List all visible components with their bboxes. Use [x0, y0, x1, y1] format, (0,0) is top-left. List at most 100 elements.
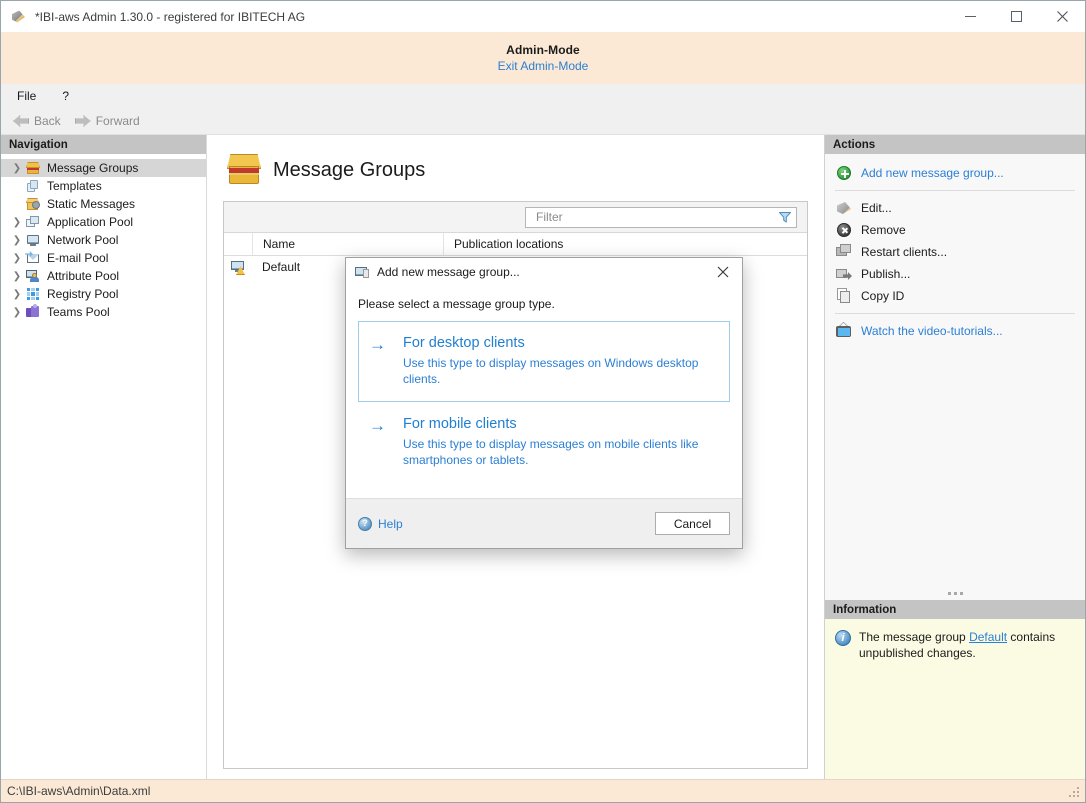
choice-title: For desktop clients	[403, 334, 719, 353]
chevron-right-icon[interactable]: ❯	[9, 163, 25, 174]
admin-mode-banner: Admin-Mode Exit Admin-Mode	[1, 32, 1085, 84]
sidebar-item-attribute-pool[interactable]: ❯ Attribute Pool	[1, 267, 206, 285]
sidebar-item-network-pool[interactable]: ❯ Network Pool	[1, 231, 206, 249]
information-text-before: The message group	[859, 630, 969, 644]
resize-grip[interactable]	[1069, 787, 1081, 799]
dialog-footer: ? Help Cancel	[346, 498, 742, 548]
information-header: Information	[825, 600, 1085, 619]
chevron-right-icon[interactable]: ❯	[9, 253, 25, 264]
admin-mode-title: Admin-Mode	[506, 43, 580, 57]
teams-pool-icon	[25, 304, 41, 320]
status-bar-path: C:\IBI-aws\Admin\Data.xml	[7, 784, 150, 798]
minimize-button[interactable]	[947, 1, 993, 32]
sidebar-item-label: Templates	[47, 179, 102, 193]
arrow-right-icon	[75, 115, 91, 127]
page-header: Message Groups	[227, 153, 808, 187]
watch-video-tutorials-action[interactable]: Watch the video-tutorials...	[825, 320, 1085, 342]
network-pool-icon	[25, 232, 41, 248]
sidebar-item-templates[interactable]: ❯ Templates	[1, 177, 206, 195]
navigation-pane: Navigation ❯ Message Groups ❯ Templates	[1, 135, 207, 779]
choice-description: Use this type to display messages on mob…	[403, 436, 719, 468]
right-panel: Actions Add new message group... Edit...…	[824, 135, 1085, 779]
page-title: Message Groups	[273, 159, 425, 182]
cancel-button[interactable]: Cancel	[655, 512, 730, 535]
back-button[interactable]: Back	[9, 112, 65, 130]
back-button-label: Back	[34, 114, 61, 128]
dialog-title: Add new message group...	[377, 265, 520, 279]
status-bar: C:\IBI-aws\Admin\Data.xml	[1, 779, 1085, 802]
application-pool-icon	[25, 214, 41, 230]
sidebar-item-teams-pool[interactable]: ❯ Teams Pool	[1, 303, 206, 321]
window-title: *IBI-aws Admin 1.30.0 - registered for I…	[35, 10, 305, 24]
panel-splitter[interactable]	[825, 586, 1085, 600]
row-icon-cell	[224, 259, 252, 275]
edit-action[interactable]: Edit...	[825, 197, 1085, 219]
navigation-header: Navigation	[1, 135, 206, 154]
copy-id-action[interactable]: Copy ID	[825, 285, 1085, 307]
add-new-message-group-action[interactable]: Add new message group...	[825, 162, 1085, 184]
restart-icon	[835, 243, 853, 261]
help-link[interactable]: ? Help	[358, 517, 403, 531]
menu-bar: File ?	[1, 84, 1085, 108]
action-label: Watch the video-tutorials...	[861, 324, 1003, 338]
restart-clients-action[interactable]: Restart clients...	[825, 241, 1085, 263]
message-group-icon	[25, 160, 41, 176]
help-icon: ?	[358, 517, 372, 531]
sidebar-item-email-pool[interactable]: ❯ E-mail Pool	[1, 249, 206, 267]
forward-button[interactable]: Forward	[71, 112, 144, 130]
choice-title: For mobile clients	[403, 415, 719, 434]
message-group-icon	[227, 153, 261, 187]
actions-separator	[835, 313, 1075, 314]
sidebar-item-label: Attribute Pool	[47, 269, 119, 283]
information-panel: i The message group Default contains unp…	[825, 619, 1085, 779]
sidebar-item-label: E-mail Pool	[47, 251, 108, 265]
navigation-tree: ❯ Message Groups ❯ Templates ❯	[1, 154, 206, 779]
arrow-right-icon: →	[369, 415, 391, 468]
sidebar-item-application-pool[interactable]: ❯ Application Pool	[1, 213, 206, 231]
action-label: Copy ID	[861, 289, 904, 303]
chevron-right-icon[interactable]: ❯	[9, 307, 25, 318]
actions-header: Actions	[825, 135, 1085, 154]
funnel-icon[interactable]	[778, 210, 792, 224]
choice-desktop-clients[interactable]: → For desktop clients Use this type to d…	[358, 321, 730, 402]
title-bar: *IBI-aws Admin 1.30.0 - registered for I…	[1, 1, 1085, 32]
dialog-close-icon[interactable]	[704, 258, 742, 285]
grid-column-publication-locations[interactable]: Publication locations	[444, 233, 807, 255]
email-pool-icon	[25, 250, 41, 266]
chevron-right-icon[interactable]: ❯	[9, 235, 25, 246]
action-label: Publish...	[861, 267, 910, 281]
sidebar-item-label: Registry Pool	[47, 287, 118, 301]
sidebar-item-message-groups[interactable]: ❯ Message Groups	[1, 159, 206, 177]
grid-icon-column-header	[224, 233, 253, 255]
sidebar-item-label: Network Pool	[47, 233, 118, 247]
add-new-message-group-dialog: Add new message group... Please select a…	[345, 257, 743, 549]
exit-admin-mode-link[interactable]: Exit Admin-Mode	[498, 59, 589, 73]
choice-description: Use this type to display messages on Win…	[403, 355, 719, 387]
maximize-button[interactable]	[993, 1, 1039, 32]
chevron-right-icon[interactable]: ❯	[9, 271, 25, 282]
search-input[interactable]	[534, 209, 778, 225]
client-window-icon	[354, 264, 370, 280]
actions-list: Add new message group... Edit... Remove …	[825, 154, 1085, 586]
grid-column-name[interactable]: Name	[253, 233, 444, 255]
filter-box[interactable]	[525, 207, 797, 228]
chevron-right-icon[interactable]: ❯	[9, 217, 25, 228]
chevron-right-icon[interactable]: ❯	[9, 289, 25, 300]
sidebar-item-registry-pool[interactable]: ❯ Registry Pool	[1, 285, 206, 303]
remove-action[interactable]: Remove	[825, 219, 1085, 241]
static-messages-icon	[25, 196, 41, 212]
publish-action[interactable]: Publish...	[825, 263, 1085, 285]
arrow-left-icon	[13, 115, 29, 127]
add-icon	[835, 164, 853, 182]
sidebar-item-static-messages[interactable]: ❯ Static Messages	[1, 195, 206, 213]
close-button[interactable]	[1039, 1, 1085, 32]
information-text: The message group Default contains unpub…	[859, 629, 1075, 779]
sidebar-item-label: Application Pool	[47, 215, 133, 229]
action-label: Add new message group...	[861, 166, 1004, 180]
menu-item-help[interactable]: ?	[58, 87, 73, 105]
remove-icon	[835, 221, 853, 239]
information-link[interactable]: Default	[969, 630, 1007, 644]
action-label: Restart clients...	[861, 245, 947, 259]
choice-mobile-clients[interactable]: → For mobile clients Use this type to di…	[358, 402, 730, 483]
menu-item-file[interactable]: File	[13, 87, 40, 105]
